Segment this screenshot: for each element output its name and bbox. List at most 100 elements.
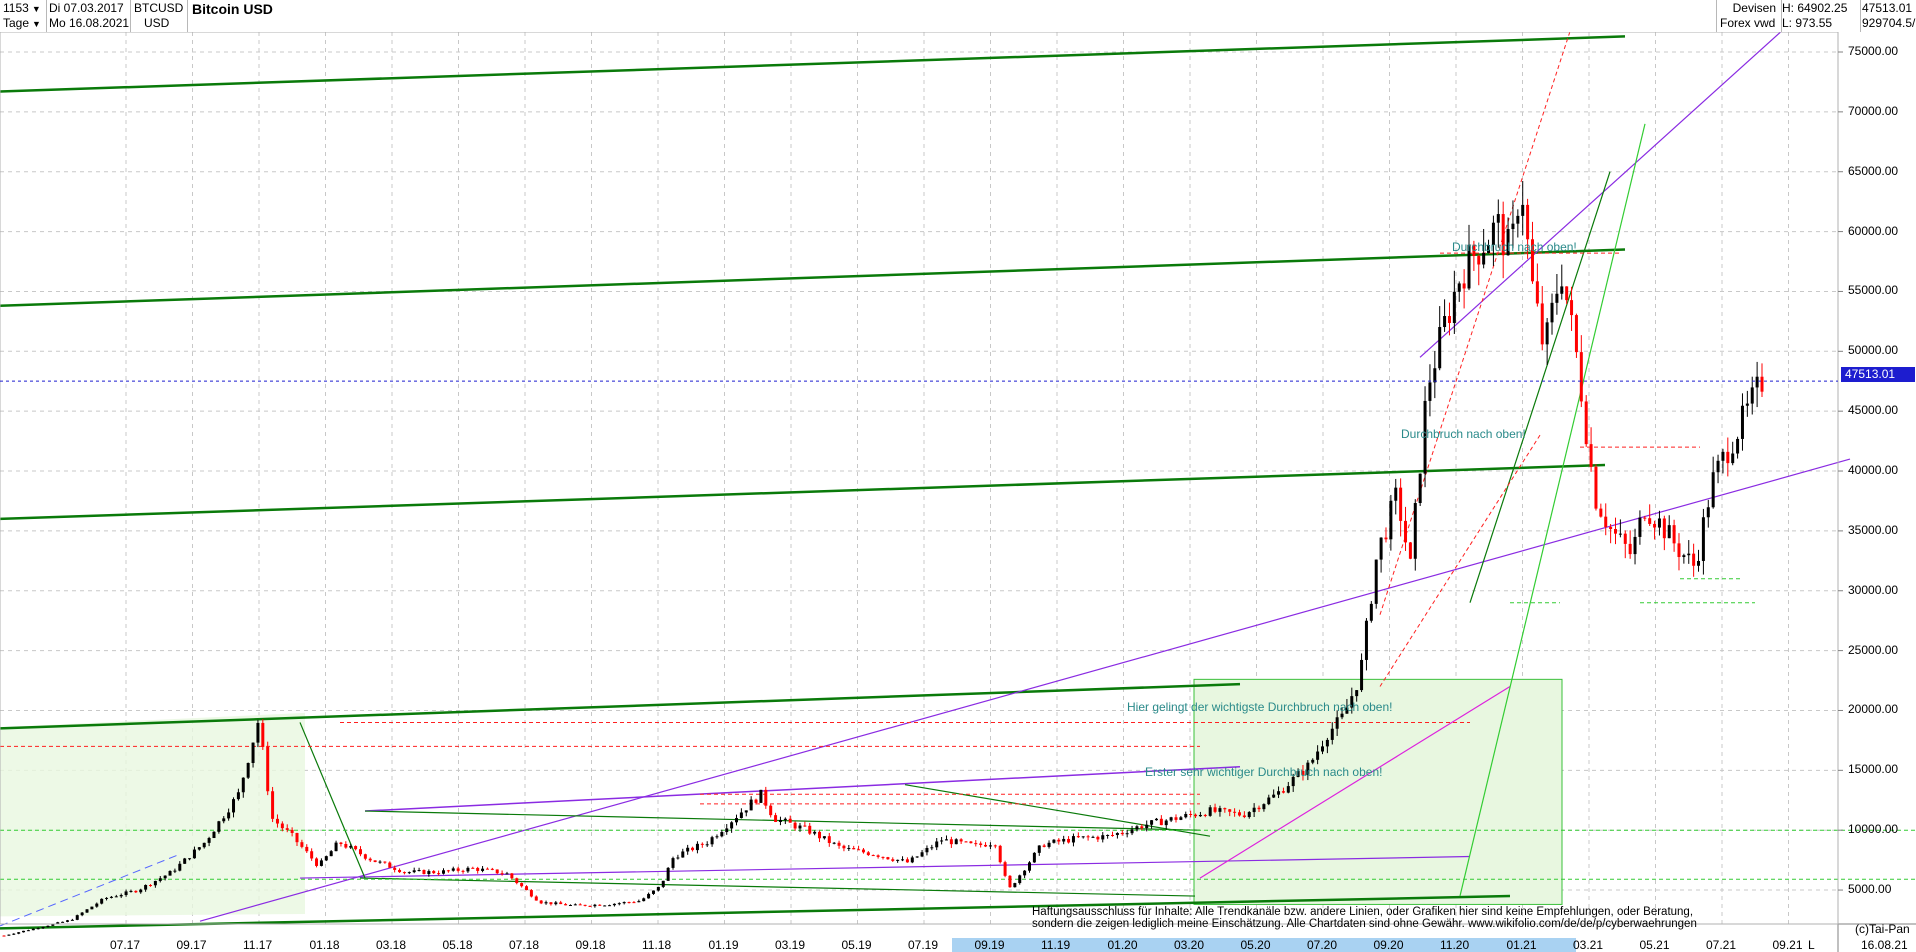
candle-body <box>1101 835 1105 840</box>
dropdown-arrow-icon[interactable]: ▼ <box>32 4 41 14</box>
candle-body <box>202 842 206 848</box>
copyright: (c)Tai-Pan <box>1855 922 1910 936</box>
candle-body <box>1081 836 1085 838</box>
candle-body <box>1237 812 1241 816</box>
candle-body <box>442 870 445 874</box>
header-count-cell[interactable]: 1153 ▼ Tage ▼ <box>0 0 47 32</box>
candle-body <box>1233 811 1237 813</box>
candle-body <box>1360 659 1364 691</box>
candle-body <box>212 831 216 839</box>
candle-body <box>1545 322 1549 345</box>
candle-body <box>998 845 1002 863</box>
candle-body <box>412 870 416 873</box>
candle-body <box>1428 382 1432 401</box>
date-from: Di 07.03.2017 <box>49 1 124 15</box>
y-tick-label: 40000.00 <box>1848 463 1899 478</box>
candle-body <box>739 812 743 819</box>
candle-body <box>1526 204 1530 240</box>
y-tick-label: 35000.00 <box>1848 522 1899 537</box>
candle-body <box>686 847 690 852</box>
candle-body <box>398 869 402 873</box>
candle-body <box>735 818 738 823</box>
x-tick-label: 03.21 <box>1573 938 1604 952</box>
candle-body <box>725 828 729 833</box>
x-tick-label: 01.18 <box>309 938 340 952</box>
candle-body <box>280 823 284 829</box>
candle-body <box>153 880 157 886</box>
candle-body <box>1106 834 1110 836</box>
candle-body <box>173 870 177 872</box>
candle-body <box>666 867 670 881</box>
scale-mode[interactable]: L <box>1808 938 1815 952</box>
candle-body <box>402 872 406 874</box>
dropdown-arrow-icon[interactable]: ▼ <box>32 19 41 29</box>
candle-body <box>90 906 94 910</box>
candle-body <box>1086 836 1090 838</box>
candle-body <box>26 930 30 932</box>
candle-body <box>710 837 714 845</box>
candle-body <box>1697 560 1701 566</box>
candle-body <box>842 845 846 849</box>
current-price-marker: 47513.01 <box>1841 367 1915 382</box>
candle-body <box>290 829 294 833</box>
candle-body <box>422 870 426 875</box>
candle-body <box>1316 751 1320 760</box>
candle-body <box>1198 814 1202 817</box>
candle-body <box>1443 316 1447 328</box>
candle-body <box>105 897 109 899</box>
candle-body <box>969 841 973 844</box>
candle-body <box>578 904 582 906</box>
candle-body <box>1096 836 1100 840</box>
candle-body <box>80 912 84 916</box>
candle-body <box>183 858 187 864</box>
x-tick-label: 09.18 <box>575 938 606 952</box>
candle-body <box>1213 807 1217 812</box>
candle-body <box>1682 555 1686 558</box>
candle-body <box>1462 283 1466 289</box>
candle-body <box>988 845 992 847</box>
candle-body <box>373 860 377 863</box>
candle-body <box>647 893 651 899</box>
candle-body <box>1736 438 1740 454</box>
candle-body <box>583 904 587 906</box>
x-tick-label: 11.19 <box>1041 938 1071 952</box>
candle-body <box>61 921 65 923</box>
disclaimer-line-2: sondern die zeigen lediglich meine Einsc… <box>1032 918 1697 930</box>
candle-body <box>427 871 431 875</box>
candle-body <box>1335 717 1339 729</box>
candle-body <box>632 902 636 904</box>
candle-body <box>1272 794 1276 798</box>
candle-body <box>144 885 148 890</box>
candle-body <box>896 859 900 861</box>
y-tick-label: 5000.00 <box>1848 882 1892 897</box>
x-tick-label: 09.21 <box>1772 938 1803 952</box>
x-tick-label: 07.17 <box>110 938 141 952</box>
candle-body <box>1008 875 1012 888</box>
candle-body <box>818 831 822 839</box>
candle-body <box>832 842 836 844</box>
x-tick-label: 09.20 <box>1373 938 1404 952</box>
candle-body <box>17 932 21 934</box>
candle-body <box>1037 845 1041 853</box>
header-symbol-cell[interactable]: BTCUSD USD <box>131 0 188 32</box>
candle-body <box>539 900 543 904</box>
symbol: BTCUSD <box>134 1 184 15</box>
x-tick-label: 01.19 <box>708 938 739 952</box>
currency: USD <box>144 16 170 30</box>
candle-body <box>1750 387 1754 404</box>
candle-body <box>100 898 104 904</box>
resistance-20000 <box>0 682 1241 730</box>
candle-body <box>222 818 226 822</box>
candle-body <box>1477 255 1481 265</box>
candle-body <box>1208 807 1212 816</box>
candle-body <box>310 851 314 859</box>
y-tick-label: 50000.00 <box>1848 343 1899 358</box>
candle-body <box>236 792 240 800</box>
candle-body <box>891 859 895 861</box>
candle-body <box>1203 814 1207 816</box>
candle-body <box>1633 536 1637 555</box>
candle-body <box>383 861 387 863</box>
x-tick-label: 11.17 <box>243 938 273 952</box>
candle-body <box>534 896 538 901</box>
candle-body <box>485 868 489 870</box>
